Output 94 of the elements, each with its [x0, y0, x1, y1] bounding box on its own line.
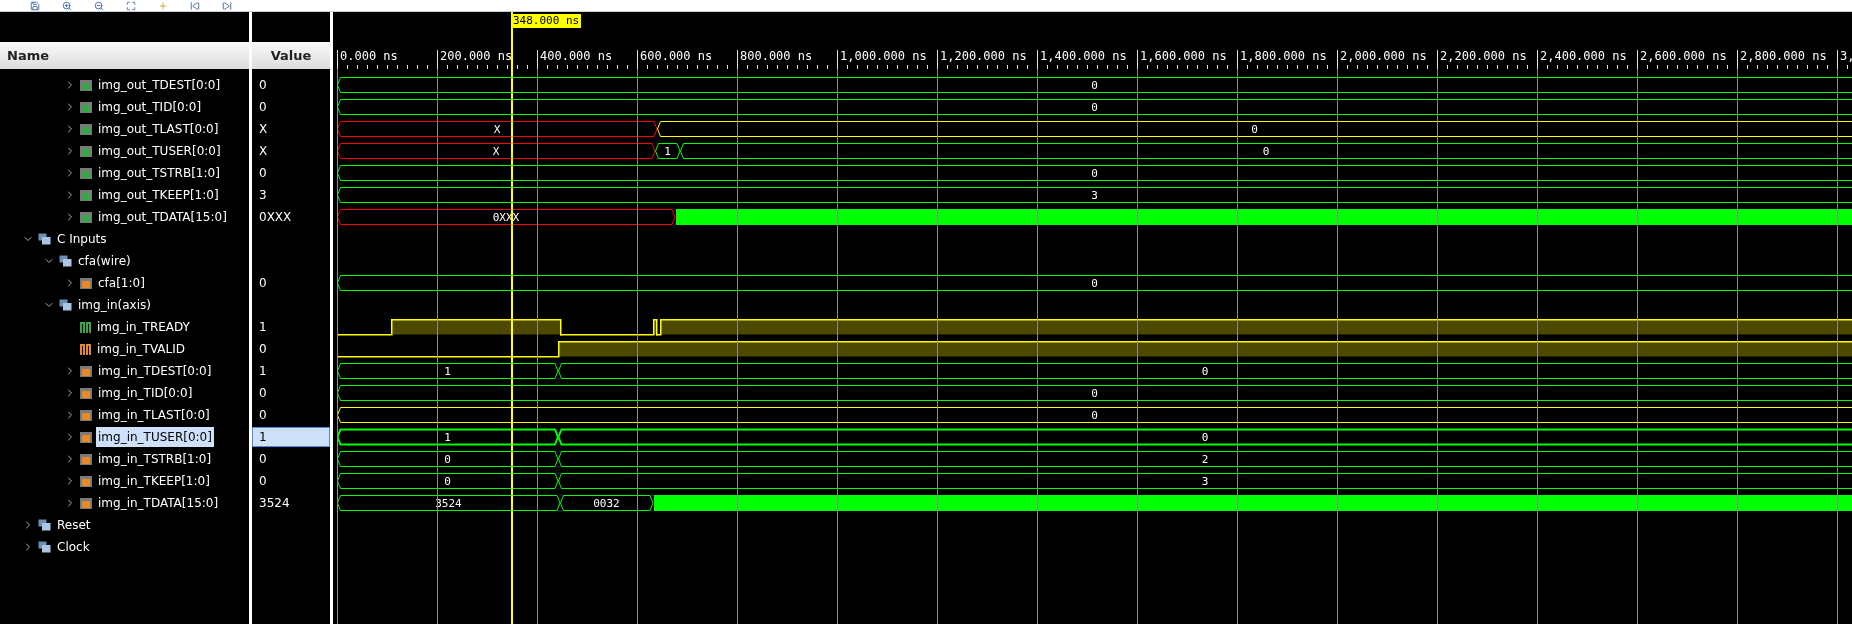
- bus-value: 0: [1251, 123, 1258, 136]
- column-header[interactable]: Value: [252, 42, 330, 69]
- time-label: 2,000.000 ns: [1340, 49, 1427, 63]
- column-header[interactable]: Name: [0, 42, 249, 69]
- signal-name[interactable]: img_out_TLAST[0:0]: [96, 119, 221, 139]
- signal-value: 0XXX: [258, 209, 293, 226]
- high-level-segment: [653, 319, 656, 336]
- cursor-time-label: 348.000 ns: [511, 14, 582, 28]
- bus-value: 0: [444, 453, 451, 466]
- signal-name[interactable]: img_in_TDEST[0:0]: [96, 361, 214, 381]
- bus-value: X: [493, 123, 501, 136]
- bus-value: 0032: [593, 497, 620, 510]
- time-label: 400.000 ns: [540, 49, 613, 63]
- signal-name[interactable]: img_out_TKEEP[1:0]: [96, 185, 221, 205]
- signal-name[interactable]: img_in_TDATA[15:0]: [96, 493, 221, 513]
- group-name[interactable]: cfa(wire): [76, 251, 133, 271]
- time-label: 600.000 ns: [640, 49, 713, 63]
- bus-value: 0: [1091, 409, 1098, 422]
- signal-name[interactable]: img_out_TSTRB[1:0]: [96, 163, 222, 183]
- signal-name[interactable]: img_out_TDEST[0:0]: [96, 75, 223, 95]
- previous-edge-icon[interactable]: [190, 1, 200, 11]
- time-label: 3,: [1840, 49, 1852, 63]
- bus-value: 0: [1262, 145, 1270, 158]
- signal-name[interactable]: img_out_TDATA[15:0]: [96, 207, 229, 227]
- bus-value: 0: [1091, 79, 1098, 92]
- time-label: 2,400.000 ns: [1540, 49, 1627, 63]
- signal-value: 1: [258, 319, 268, 336]
- bus-value: 0: [444, 475, 451, 488]
- group-icon: [38, 233, 51, 245]
- zoom-in-icon[interactable]: [62, 1, 72, 11]
- signal-name[interactable]: img_out_TID[0:0]: [96, 97, 204, 117]
- group-icon: [59, 299, 72, 311]
- bus-value: 1: [664, 145, 671, 158]
- bus-value: 0: [1201, 365, 1209, 378]
- signal-value: 0: [258, 77, 268, 94]
- time-label: 1,600.000 ns: [1140, 49, 1227, 63]
- group-name[interactable]: Reset: [55, 515, 93, 535]
- bus-value: 0: [1091, 387, 1098, 400]
- signal-value: 0: [258, 275, 268, 292]
- group-icon: [38, 519, 51, 531]
- time-label: 1,000.000 ns: [840, 49, 927, 63]
- time-label: 1,800.000 ns: [1240, 49, 1327, 63]
- add-marker-icon[interactable]: [158, 1, 168, 11]
- bus-value: 1: [444, 365, 451, 378]
- save-icon[interactable]: [30, 1, 40, 11]
- low-level-segment: [656, 319, 660, 336]
- signal-name[interactable]: img_out_TUSER[0:0]: [96, 141, 223, 161]
- time-label: 800.000 ns: [740, 49, 813, 63]
- signal-value: 0: [258, 385, 268, 402]
- signal-value: X: [258, 143, 269, 160]
- signal-value: 0: [258, 407, 268, 424]
- signal-name[interactable]: img_in_TLAST[0:0]: [96, 405, 212, 425]
- time-label: 1,200.000 ns: [940, 49, 1027, 63]
- group-name[interactable]: C Inputs: [55, 229, 109, 249]
- signal-value: 0: [258, 473, 268, 490]
- signal-value: 0: [258, 165, 268, 182]
- signal-name[interactable]: img_in_TREADY: [95, 317, 192, 337]
- zoom-fit-icon[interactable]: [126, 1, 136, 11]
- signal-value: 1: [252, 427, 330, 447]
- time-label: 2,600.000 ns: [1640, 49, 1727, 63]
- group-name[interactable]: Clock: [55, 537, 92, 557]
- signal-value: 3524: [258, 495, 291, 512]
- signal-value: 1: [258, 363, 268, 380]
- bus-value: 0: [1201, 431, 1209, 444]
- group-icon: [59, 255, 72, 267]
- group-name[interactable]: img_in(axis): [76, 295, 153, 315]
- signal-value: 0: [258, 99, 268, 116]
- group-icon: [38, 541, 51, 553]
- bus-value: X: [492, 145, 500, 158]
- signal-value: 3: [258, 187, 268, 204]
- bus-value: 1: [444, 431, 451, 444]
- bus-value: 0: [1091, 277, 1098, 290]
- zoom-out-icon[interactable]: [94, 1, 104, 11]
- signal-name[interactable]: img_in_TUSER[0:0]: [96, 427, 214, 447]
- time-label: 1,400.000 ns: [1040, 49, 1127, 63]
- signal-name[interactable]: img_in_TVALID: [95, 339, 188, 359]
- signal-name[interactable]: img_in_TID[0:0]: [96, 383, 195, 403]
- signal-value: 0: [258, 341, 268, 358]
- signal-value: X: [258, 121, 269, 138]
- signal-name[interactable]: img_in_TSTRB[1:0]: [96, 449, 214, 469]
- time-label: 0.000 ns: [340, 49, 398, 63]
- bus-value: 0: [1091, 167, 1098, 180]
- signal-name[interactable]: cfa[1:0]: [96, 273, 147, 293]
- signal-name[interactable]: img_in_TKEEP[1:0]: [96, 471, 212, 491]
- bus-value: 3: [1091, 189, 1098, 202]
- time-label: 2,200.000 ns: [1440, 49, 1527, 63]
- bus-value: 3524: [435, 497, 462, 510]
- time-label: 2,800.000 ns: [1740, 49, 1827, 63]
- bus-value: 0: [1091, 101, 1098, 114]
- signal-value: 0: [258, 451, 268, 468]
- bus-value: 2: [1201, 453, 1209, 466]
- bus-value: 3: [1201, 475, 1209, 488]
- next-edge-icon[interactable]: [222, 1, 232, 11]
- time-label: 200.000 ns: [440, 49, 513, 63]
